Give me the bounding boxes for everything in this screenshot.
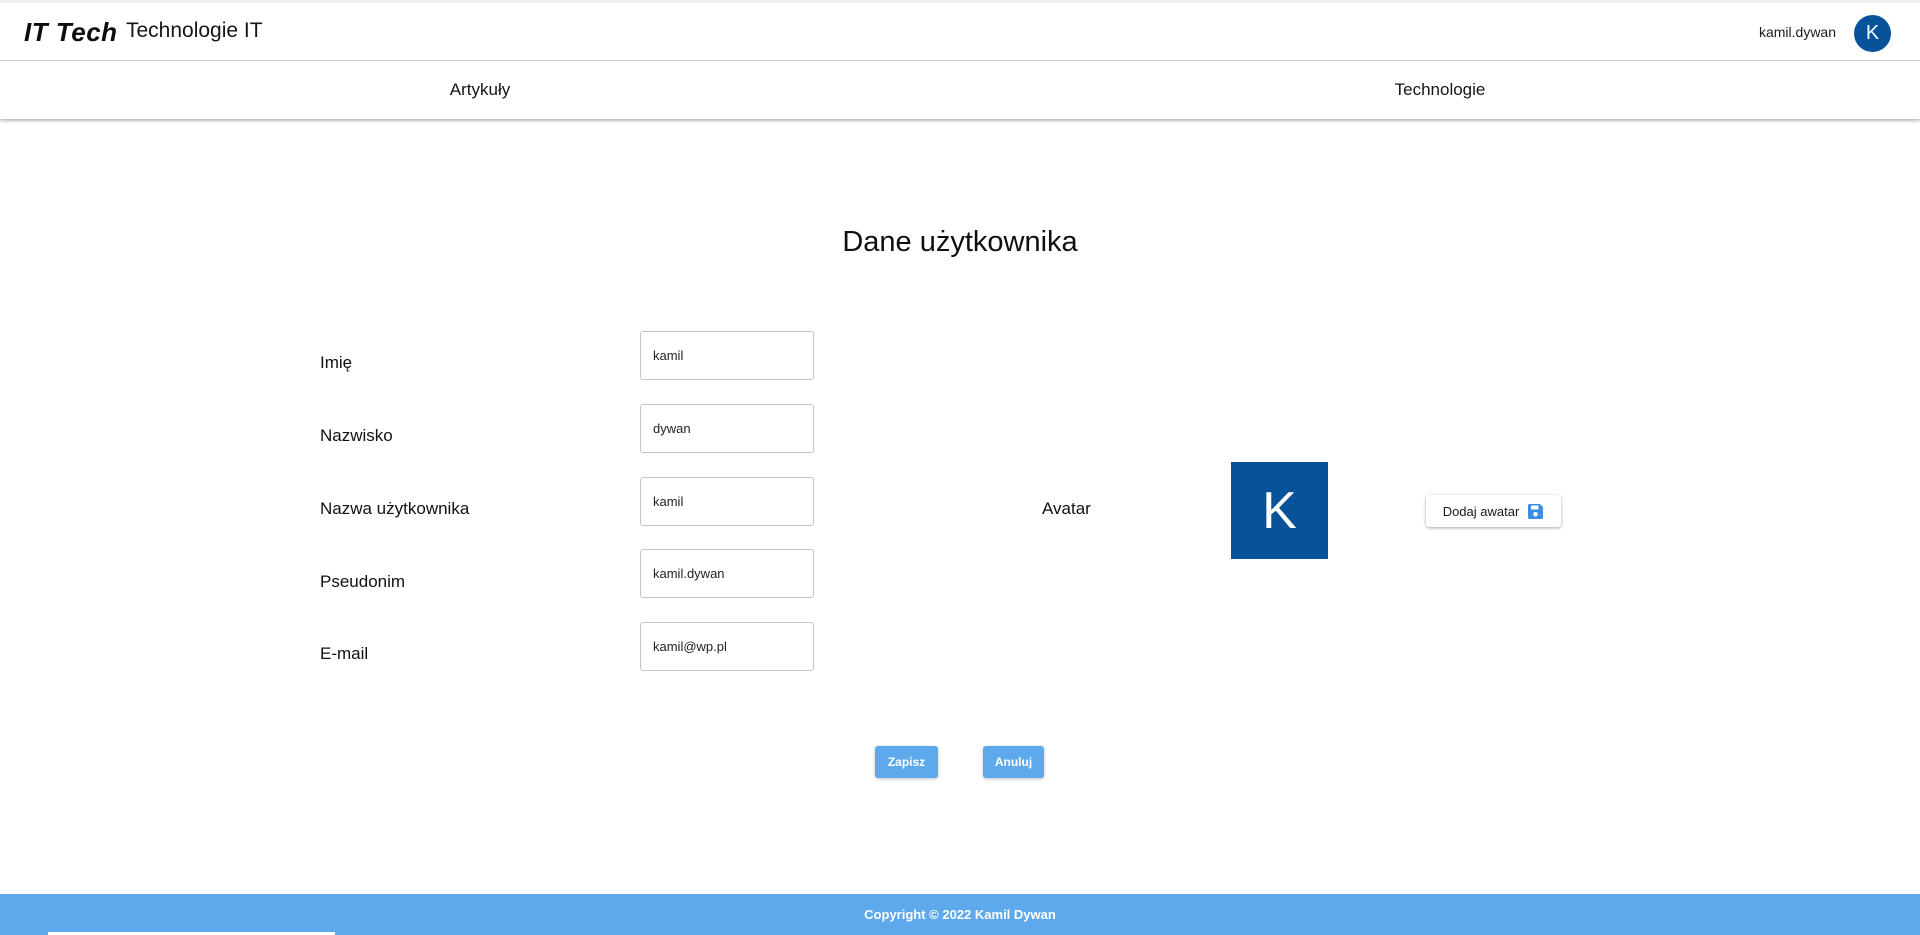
last-name-label: Nazwisko: [320, 426, 393, 445]
nickname-input[interactable]: [640, 549, 814, 598]
current-username: kamil.dywan: [1758, 24, 1836, 40]
cancel-button[interactable]: Anuluj: [983, 746, 1044, 778]
app-title: Technologie IT: [126, 19, 263, 42]
save-button[interactable]: Zapisz: [875, 746, 938, 778]
first-name-label: Imię: [320, 353, 353, 372]
email-label: E-mail: [320, 644, 369, 663]
email-input[interactable]: [640, 622, 814, 671]
main-nav: Artykuły Technologie: [0, 61, 1920, 119]
user-avatar[interactable]: K: [1854, 15, 1891, 52]
avatar-label: Avatar: [1042, 499, 1091, 518]
nav-item-technologies[interactable]: Technologie: [960, 61, 1920, 119]
nickname-label: Pseudonim: [320, 572, 406, 591]
app-logo[interactable]: IT Tech: [24, 17, 118, 48]
last-name-input[interactable]: [640, 404, 814, 453]
nav-item-articles[interactable]: Artykuły: [0, 61, 960, 119]
footer: Copyright © 2022 Kamil Dywan: [0, 894, 1920, 935]
username-input[interactable]: [640, 477, 814, 526]
floppy-disk-save-icon: [1527, 503, 1544, 520]
footer-copyright: Copyright © 2022 Kamil Dywan: [864, 907, 1056, 922]
page-title: Dane użytkownika: [842, 226, 1078, 258]
first-name-input[interactable]: [640, 331, 814, 380]
add-avatar-button[interactable]: Dodaj awatar: [1426, 495, 1561, 527]
top-bar: IT Tech Technologie IT kamil.dywan K: [0, 0, 1920, 61]
avatar-preview: K: [1231, 462, 1328, 559]
add-avatar-label: Dodaj awatar: [1442, 503, 1520, 519]
username-label: Nazwa użytkownika: [320, 499, 470, 518]
